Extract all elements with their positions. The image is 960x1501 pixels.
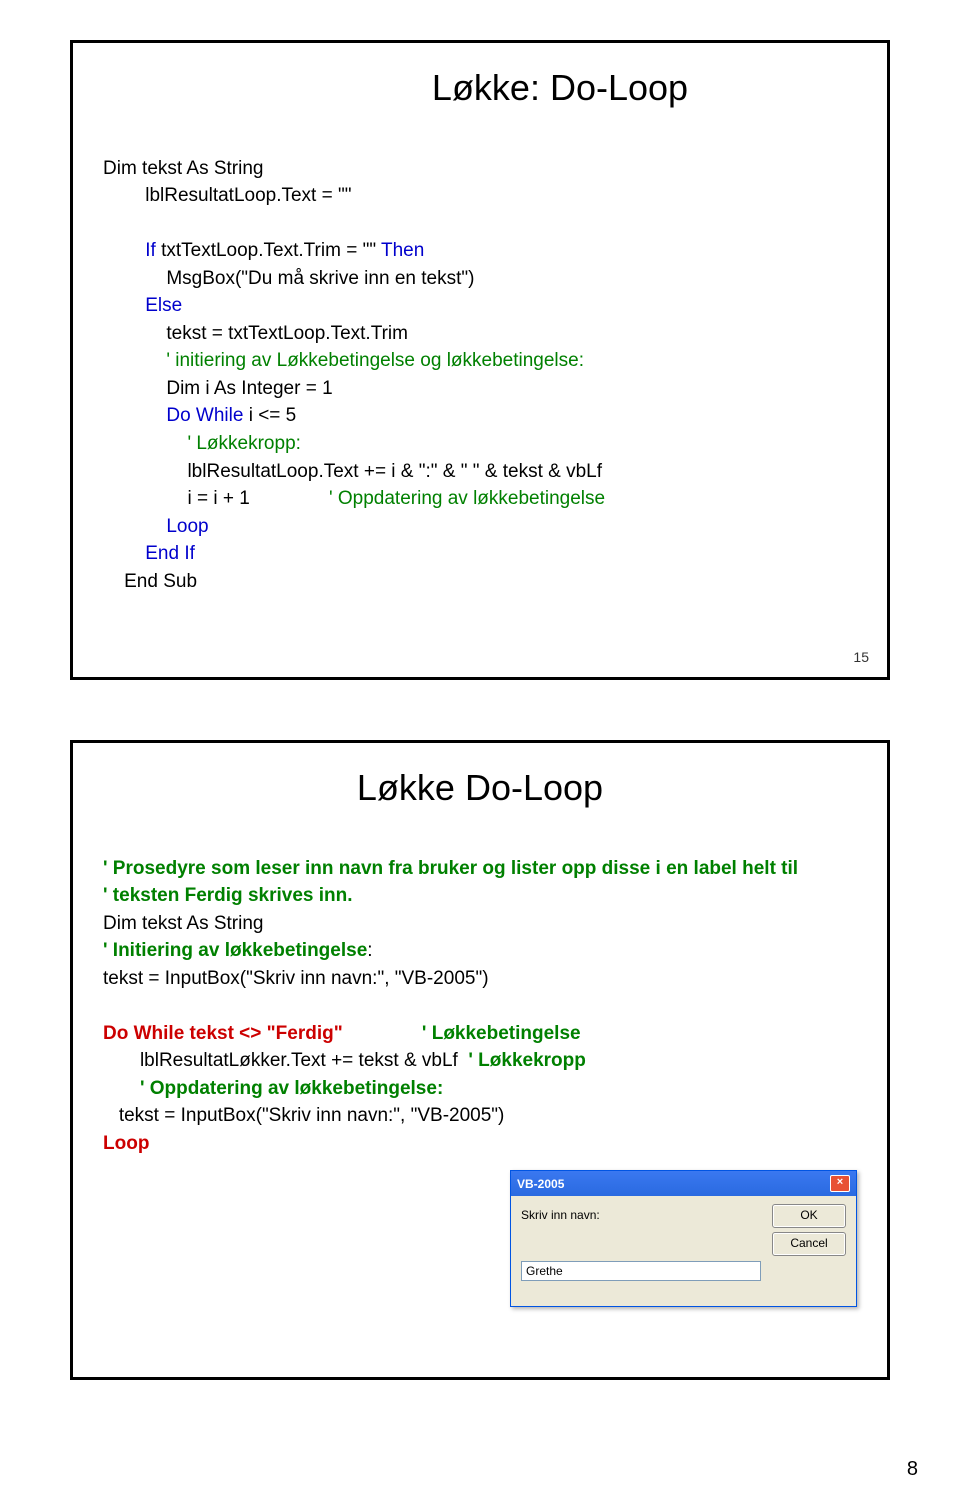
- code-comment: ' Oppdatering av løkkebetingelse:: [103, 1078, 443, 1099]
- slide-1-number: 15: [853, 649, 869, 665]
- code-comment: ' initiering av Løkkebetingelse og løkke…: [103, 350, 584, 371]
- page-number: 8: [907, 1458, 918, 1481]
- code-comment: ' teksten Ferdig skrives inn.: [103, 885, 353, 906]
- inputbox-dialog: VB-2005 × Skriv inn navn: OK Cancel: [510, 1170, 857, 1307]
- code-line: End If: [103, 543, 195, 564]
- code-line: End Sub: [103, 571, 197, 592]
- cancel-button[interactable]: Cancel: [772, 1232, 846, 1256]
- close-icon[interactable]: ×: [830, 1175, 850, 1192]
- code-line: tekst = InputBox("Skriv inn navn:", "VB-…: [103, 968, 489, 989]
- code-comment: ' Løkkekropp:: [103, 433, 301, 454]
- slide-2: Løkke Do-Loop ' Prosedyre som leser inn …: [70, 740, 890, 1380]
- ok-button[interactable]: OK: [772, 1204, 846, 1228]
- code-line: tekst = InputBox("Skriv inn navn:", "VB-…: [103, 1105, 504, 1126]
- code-line: lblResultatLoop.Text = "": [103, 185, 351, 206]
- code-line: Else: [103, 295, 182, 316]
- code-comment: ' Initiering av løkkebetingelse:: [103, 940, 373, 961]
- code-line: Loop: [103, 1133, 149, 1154]
- dialog-title-text: VB-2005: [517, 1177, 564, 1191]
- slide-1: Løkke: Do-Loop Dim tekst As String lblRe…: [70, 40, 890, 680]
- code-line: Dim i As Integer = 1: [103, 378, 333, 399]
- code-line: tekst = txtTextLoop.Text.Trim: [103, 323, 408, 344]
- dialog-input[interactable]: [521, 1261, 761, 1281]
- code-line: Do While tekst <> "Ferdig" ' Løkkebeting…: [103, 1023, 581, 1044]
- code-comment: ' Prosedyre som leser inn navn fra bruke…: [103, 858, 798, 879]
- code-line: lblResultatLøkker.Text += tekst & vbLf '…: [103, 1050, 586, 1071]
- code-line: Loop: [103, 516, 209, 537]
- code-line: Do While i <= 5: [103, 405, 296, 426]
- code-line: lblResultatLoop.Text += i & ":" & " " & …: [103, 461, 602, 482]
- code-line: i = i + 1 ' Oppdatering av løkkebetingel…: [103, 488, 605, 509]
- page: Løkke: Do-Loop Dim tekst As String lblRe…: [0, 0, 960, 1501]
- code-line: Dim tekst As String: [103, 913, 264, 934]
- slide-2-code: ' Prosedyre som leser inn navn fra bruke…: [103, 827, 857, 1158]
- code-line: Dim tekst As String: [103, 158, 264, 179]
- code-line: If txtTextLoop.Text.Trim = "" Then: [103, 240, 424, 261]
- slide-1-code: Dim tekst As String lblResultatLoop.Text…: [103, 127, 857, 595]
- dialog-titlebar: VB-2005 ×: [511, 1171, 856, 1196]
- code-line: MsgBox("Du må skrive inn en tekst"): [103, 268, 474, 289]
- slide-2-title: Løkke Do-Loop: [103, 767, 857, 809]
- slide-1-title: Løkke: Do-Loop: [263, 67, 857, 109]
- dialog-body: Skriv inn navn: OK Cancel: [511, 1196, 856, 1291]
